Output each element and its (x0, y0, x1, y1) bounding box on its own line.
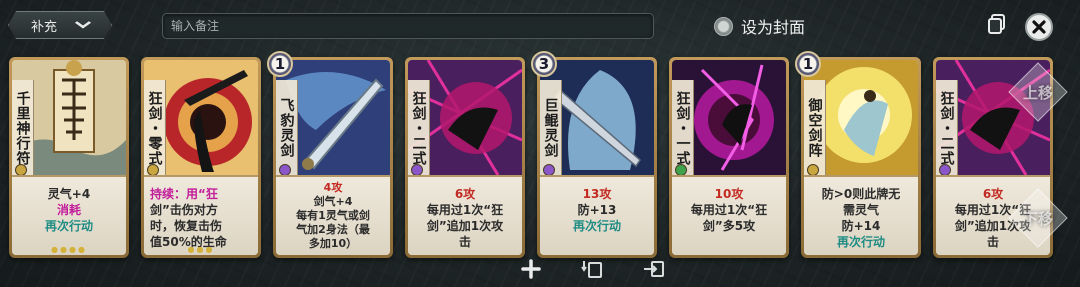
desc-line: 剑”追加1次攻 (426, 219, 504, 233)
card-description: 防>0则此牌无 需灵气 防+14 再次行动 (804, 175, 918, 255)
desc-line: 需灵气 (842, 203, 879, 217)
desc-line: 13攻 (582, 187, 612, 201)
desc-line: 持续：用“狂 (150, 187, 218, 201)
move-down-button[interactable]: 下移 (1003, 190, 1073, 246)
set-cover-toggle[interactable]: 设为封面 (714, 14, 805, 38)
card-3[interactable]: 1 飞豹灵剑 4攻 剑气+4 每有1灵气或剑 气加2身法（最 多加10） (267, 51, 393, 258)
radio-icon[interactable] (714, 16, 733, 36)
card-dots: ●●●● (51, 245, 87, 254)
card-description: 持续：用“狂 剑”击伤对方 时，恢复击伤 值50%的生命 (144, 175, 258, 255)
move-up-button[interactable]: 上移 (1003, 64, 1073, 120)
level-badge: 3 (531, 51, 557, 77)
desc-line: 防>0则此牌无 (821, 187, 901, 201)
card-7[interactable]: 1 御空剑阵 防>0则此牌无 需灵气 防+14 再次行动 (795, 51, 921, 258)
card-description: 6攻 每用过1次“狂 剑”追加1次攻 击 (408, 175, 522, 255)
desc-line: 再次行动 (572, 219, 621, 233)
close-button[interactable] (1025, 13, 1053, 41)
desc-line: 剑”多5攻 (702, 219, 756, 233)
desc-line: 时，恢复击伤 (150, 219, 223, 233)
desc-line: 每用过1次“狂 (690, 203, 768, 217)
card-dots: ●●● (187, 245, 215, 254)
desc-line: 灵气+4 (47, 187, 91, 201)
desc-line: 气加2身法（最 (296, 223, 370, 236)
card-1[interactable]: 千里神行符 灵气+4 消耗 再次行动 ●●●● (9, 57, 129, 258)
card-name: 狂剑・二式 (936, 80, 958, 176)
move-up-label: 上移 (1022, 83, 1053, 102)
desc-line: 消耗 (56, 203, 81, 217)
set-cover-label: 设为封面 (741, 18, 806, 37)
card-name: 御空剑阵 (804, 80, 826, 176)
card-name: 狂剑・一式 (672, 80, 694, 176)
card-name: 巨鲲灵剑 (540, 80, 562, 176)
card-2[interactable]: 狂剑・零式 持续：用“狂 剑”击伤对方 时，恢复击伤 值50%的生命 ●●● (141, 57, 261, 258)
note-input[interactable] (162, 13, 654, 39)
desc-line: 多加10） (308, 237, 358, 250)
card-name: 狂剑・二式 (408, 80, 430, 176)
chevron-down-icon (75, 18, 92, 33)
desc-line: 剑气+4 (313, 195, 353, 208)
card-description: 13攻 防+13 再次行动 (540, 175, 654, 255)
card-description: 灵气+4 消耗 再次行动 (12, 175, 126, 255)
card-name: 狂剑・零式 (144, 80, 166, 176)
card-description: 4攻 剑气+4 每有1灵气或剑 气加2身法（最 多加10） (276, 175, 390, 255)
copy-icon[interactable] (986, 13, 1008, 35)
desc-line: 再次行动 (44, 219, 93, 233)
deck-type-dropdown[interactable]: 补充 (8, 11, 112, 39)
card-4[interactable]: 狂剑・二式 6攻 每用过1次“狂 剑”追加1次攻 击 (405, 57, 525, 258)
close-icon (1032, 20, 1046, 34)
import-icon[interactable] (581, 258, 605, 280)
desc-line: 防+14 (841, 219, 881, 233)
card-name: 千里神行符 (12, 80, 34, 176)
card-description: 10攻 每用过1次“狂 剑”多5攻 (672, 175, 786, 255)
dropdown-label: 补充 (30, 19, 57, 35)
desc-line: 再次行动 (836, 235, 885, 249)
level-badge: 1 (267, 51, 293, 77)
card-5[interactable]: 3 巨鲲灵剑 13攻 防+13 再次行动 (531, 51, 657, 258)
card-name: 飞豹灵剑 (276, 80, 298, 176)
desc-line: 防+13 (577, 203, 617, 217)
level-badge: 1 (795, 51, 821, 77)
card-6[interactable]: 狂剑・一式 10攻 每用过1次“狂 剑”多5攻 (669, 57, 789, 258)
desc-line: 6攻 (454, 187, 476, 201)
desc-line: 击 (458, 235, 471, 249)
desc-line: 每有1灵气或剑 (296, 209, 370, 222)
desc-line: 4攻 (323, 181, 343, 194)
desc-line: 10攻 (714, 187, 744, 201)
desc-line: 每用过1次“狂 (426, 203, 504, 217)
move-down-label: 下移 (1022, 209, 1053, 228)
desc-line: 剑”击伤对方 (150, 203, 218, 217)
export-icon[interactable] (642, 258, 666, 280)
add-icon[interactable] (519, 258, 543, 280)
